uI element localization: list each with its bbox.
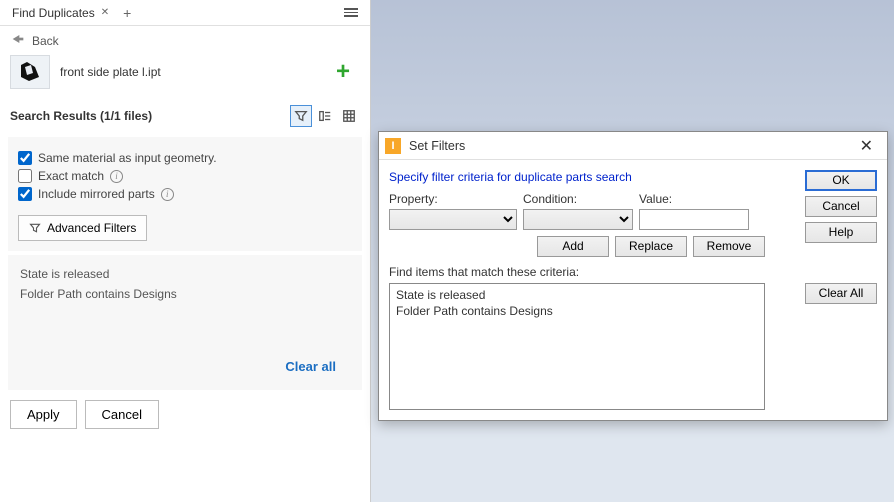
clear-all-link[interactable]: Clear all — [285, 359, 336, 374]
dialog-fields: Property: Condition: Value: — [389, 192, 795, 230]
replace-button[interactable]: Replace — [615, 236, 687, 257]
dialog-title: Set Filters — [409, 139, 465, 153]
file-row: front side plate l.ipt + — [0, 53, 370, 99]
value-input[interactable] — [639, 209, 749, 230]
checkbox-exact-match[interactable] — [18, 169, 32, 183]
advanced-filters-button[interactable]: Advanced Filters — [18, 215, 147, 241]
filter-options: Same material as input geometry. Exact m… — [8, 137, 362, 251]
tab-bar: Find Duplicates ✕ + — [0, 0, 370, 26]
check-label: Same material as input geometry. — [38, 151, 217, 165]
view-buttons — [290, 105, 360, 127]
advanced-filters-label: Advanced Filters — [47, 221, 136, 235]
dialog-titlebar[interactable]: I Set Filters ✕ — [379, 132, 887, 160]
back-arrow-icon — [10, 32, 26, 49]
property-label: Property: — [389, 192, 517, 206]
back-label: Back — [32, 34, 59, 48]
checkbox-include-mirrored[interactable] — [18, 187, 32, 201]
add-tab-button[interactable]: + — [117, 3, 137, 23]
clear-all-button[interactable]: Clear All — [805, 283, 877, 304]
dialog-body: Specify filter criteria for duplicate pa… — [379, 160, 887, 420]
close-icon[interactable]: ✕ — [101, 7, 109, 18]
info-icon[interactable]: i — [161, 188, 174, 201]
check-exact-match[interactable]: Exact match i — [18, 169, 352, 183]
back-button[interactable]: Back — [0, 26, 370, 53]
set-filters-dialog: I Set Filters ✕ Specify filter criteria … — [378, 131, 888, 421]
dialog-side-buttons: OK Cancel Help Clear All — [805, 170, 877, 410]
find-items-label: Find items that match these criteria: — [389, 265, 795, 279]
close-icon[interactable]: ✕ — [852, 134, 881, 158]
dialog-main: Specify filter criteria for duplicate pa… — [389, 170, 795, 410]
checkbox-same-material[interactable] — [18, 151, 32, 165]
value-label: Value: — [639, 192, 749, 206]
criteria-listbox[interactable]: State is released Folder Path contains D… — [389, 283, 765, 410]
criteria-line: State is released — [20, 267, 350, 281]
criteria-buttons: Add Replace Remove — [389, 236, 795, 257]
check-include-mirrored[interactable]: Include mirrored parts i — [18, 187, 352, 201]
criteria-line: Folder Path contains Designs — [20, 287, 350, 301]
cancel-button[interactable]: Cancel — [805, 196, 877, 217]
add-button[interactable]: Add — [537, 236, 609, 257]
menu-button[interactable] — [336, 4, 366, 21]
left-panel: Find Duplicates ✕ + Back front side plat… — [0, 0, 371, 502]
check-label: Include mirrored parts — [38, 187, 155, 201]
cancel-button[interactable]: Cancel — [85, 400, 159, 429]
tab-label: Find Duplicates — [12, 6, 95, 20]
filter-view-button[interactable] — [290, 105, 312, 127]
check-same-material[interactable]: Same material as input geometry. — [18, 151, 352, 165]
hamburger-icon — [344, 8, 358, 17]
results-title: Search Results (1/1 files) — [10, 109, 152, 123]
info-icon[interactable]: i — [110, 170, 123, 183]
file-thumbnail[interactable] — [10, 55, 50, 89]
footer-buttons: Apply Cancel — [0, 390, 370, 439]
card-view-button[interactable] — [314, 105, 336, 127]
condition-select[interactable] — [523, 209, 633, 230]
file-name: front side plate l.ipt — [60, 65, 161, 79]
check-label: Exact match — [38, 169, 104, 183]
property-select[interactable] — [389, 209, 517, 230]
ok-button[interactable]: OK — [805, 170, 877, 191]
dialog-instruction: Specify filter criteria for duplicate pa… — [389, 170, 795, 184]
list-item[interactable]: Folder Path contains Designs — [396, 304, 758, 320]
apply-button[interactable]: Apply — [10, 400, 77, 429]
remove-button[interactable]: Remove — [693, 236, 765, 257]
app-icon: I — [385, 138, 401, 154]
tab-find-duplicates[interactable]: Find Duplicates ✕ — [4, 2, 117, 24]
add-file-button[interactable]: + — [336, 58, 350, 86]
condition-label: Condition: — [523, 192, 633, 206]
help-button[interactable]: Help — [805, 222, 877, 243]
grid-view-button[interactable] — [338, 105, 360, 127]
results-header: Search Results (1/1 files) — [0, 99, 370, 133]
criteria-display: State is released Folder Path contains D… — [8, 255, 362, 390]
list-item[interactable]: State is released — [396, 288, 758, 304]
